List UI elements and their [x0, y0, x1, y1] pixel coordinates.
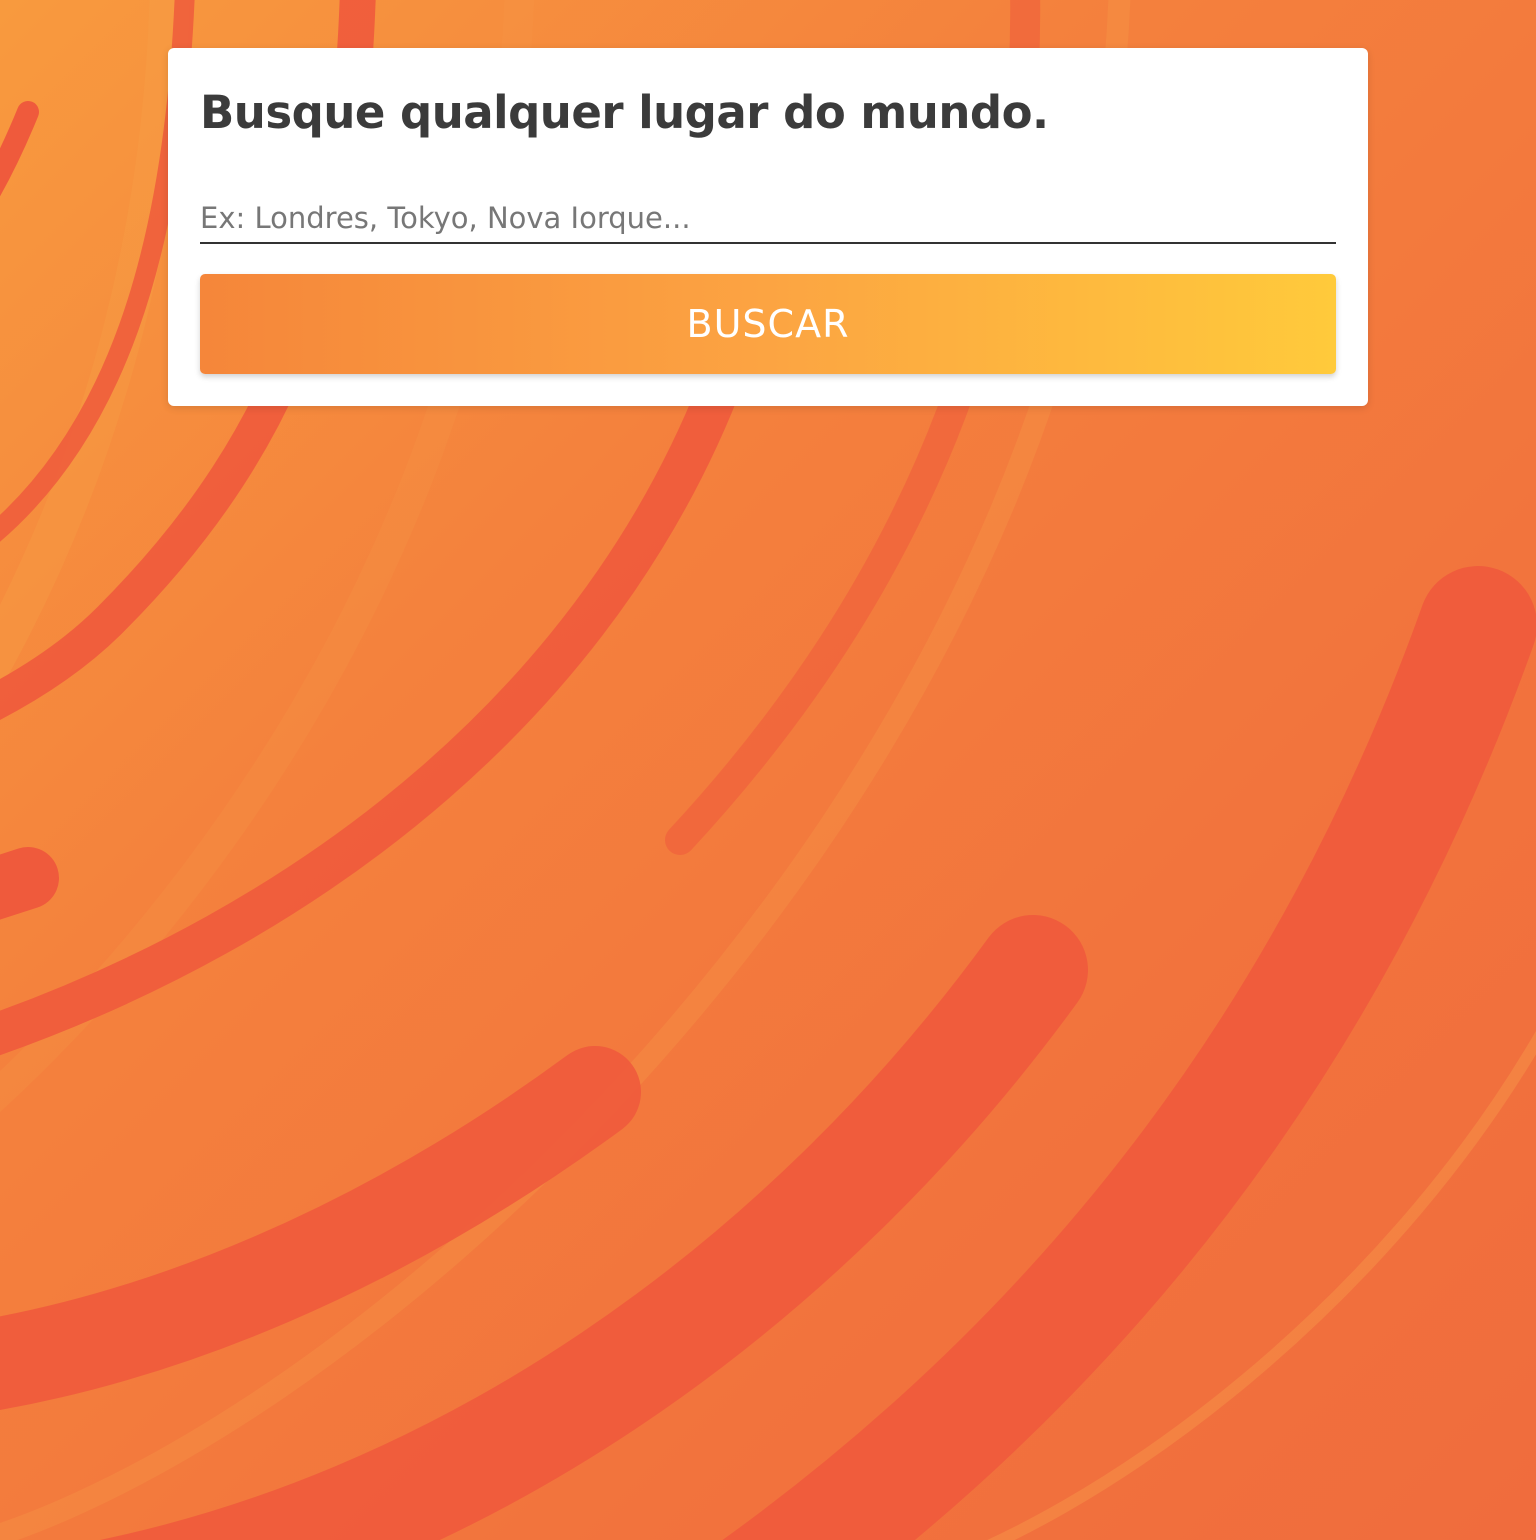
- search-button[interactable]: BUSCAR: [200, 274, 1336, 374]
- search-field: [200, 188, 1336, 244]
- search-input[interactable]: [200, 188, 1336, 242]
- page-title: Busque qualquer lugar do mundo.: [200, 86, 1049, 139]
- search-card: Busque qualquer lugar do mundo. BUSCAR: [168, 48, 1368, 406]
